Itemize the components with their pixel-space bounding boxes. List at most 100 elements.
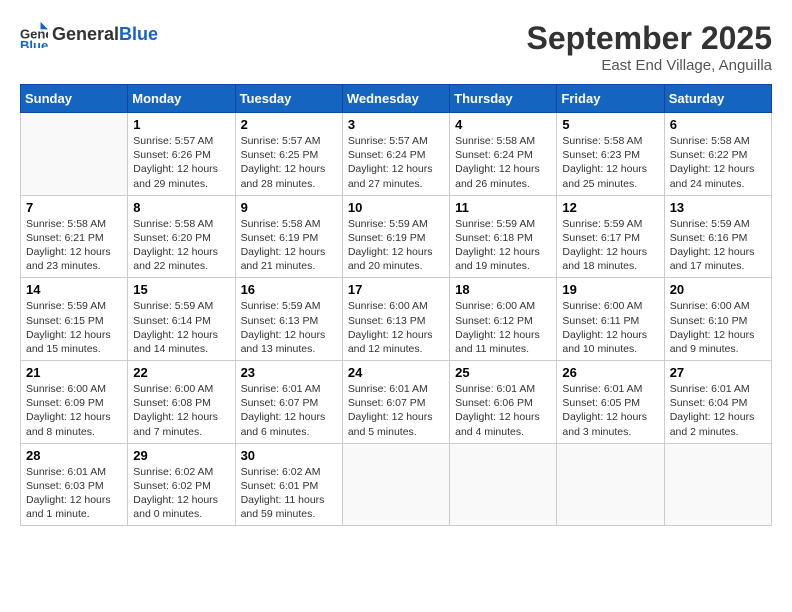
- calendar-cell: 15Sunrise: 5:59 AMSunset: 6:14 PMDayligh…: [128, 278, 235, 361]
- day-info: Sunrise: 6:01 AMSunset: 6:07 PMDaylight:…: [348, 382, 444, 439]
- day-number: 6: [670, 117, 766, 132]
- day-number: 9: [241, 200, 337, 215]
- day-info: Sunrise: 6:00 AMSunset: 6:08 PMDaylight:…: [133, 382, 229, 439]
- day-info: Sunrise: 6:00 AMSunset: 6:13 PMDaylight:…: [348, 299, 444, 356]
- calendar-cell: 30 Sunrise: 6:02 AMSunset: 6:01 PMDayligh…: [235, 443, 342, 526]
- day-number: 13: [670, 200, 766, 215]
- day-header-sunday: Sunday: [21, 85, 128, 113]
- day-number: 27: [670, 365, 766, 380]
- day-number: 12: [562, 200, 658, 215]
- page-header: General Blue GeneralBlue September 2025 …: [20, 20, 772, 74]
- day-header-tuesday: Tuesday: [235, 85, 342, 113]
- day-number: 4: [455, 117, 551, 132]
- calendar-cell: 12 Sunrise: 5:59 AMSunset: 6:17 PMDayligh…: [557, 195, 664, 278]
- calendar-cell: 28 Sunrise: 6:01 AMSunset: 6:03 PMDayligh…: [21, 443, 128, 526]
- week-row-2: 14Sunrise: 5:59 AMSunset: 6:15 PMDayligh…: [21, 278, 772, 361]
- day-info: Sunrise: 5:59 AMSunset: 6:13 PMDaylight:…: [241, 299, 337, 356]
- day-info: Sunrise: 6:01 AMSunset: 6:06 PMDaylight:…: [455, 382, 551, 439]
- day-info: Sunrise: 6:01 AMSunset: 6:03 PMDaylight:…: [26, 465, 122, 522]
- day-number: 28: [26, 448, 122, 463]
- calendar-cell: 19Sunrise: 6:00 AMSunset: 6:11 PMDayligh…: [557, 278, 664, 361]
- day-info: Sunrise: 6:02 AMSunset: 6:02 PMDaylight:…: [133, 465, 229, 522]
- calendar-cell: 11 Sunrise: 5:59 AMSunset: 6:18 PMDayligh…: [450, 195, 557, 278]
- day-info: Sunrise: 5:58 AMSunset: 6:20 PMDaylight:…: [133, 217, 229, 274]
- day-info: Sunrise: 5:59 AMSunset: 6:19 PMDaylight:…: [348, 217, 444, 274]
- day-info: Sunrise: 6:01 AMSunset: 6:05 PMDaylight:…: [562, 382, 658, 439]
- calendar-cell: 7Sunrise: 5:58 AMSunset: 6:21 PMDaylight…: [21, 195, 128, 278]
- calendar-cell: 9 Sunrise: 5:58 AMSunset: 6:19 PMDaylight…: [235, 195, 342, 278]
- calendar-cell: [557, 443, 664, 526]
- day-number: 5: [562, 117, 658, 132]
- calendar-cell: 8 Sunrise: 5:58 AMSunset: 6:20 PMDaylight…: [128, 195, 235, 278]
- calendar-cell: 14Sunrise: 5:59 AMSunset: 6:15 PMDayligh…: [21, 278, 128, 361]
- week-row-0: 1Sunrise: 5:57 AMSunset: 6:26 PMDaylight…: [21, 113, 772, 196]
- calendar-cell: [450, 443, 557, 526]
- day-number: 16: [241, 282, 337, 297]
- calendar-cell: 1Sunrise: 5:57 AMSunset: 6:26 PMDaylight…: [128, 113, 235, 196]
- day-info: Sunrise: 5:59 AMSunset: 6:16 PMDaylight:…: [670, 217, 766, 274]
- week-row-4: 28 Sunrise: 6:01 AMSunset: 6:03 PMDayligh…: [21, 443, 772, 526]
- week-row-1: 7Sunrise: 5:58 AMSunset: 6:21 PMDaylight…: [21, 195, 772, 278]
- day-header-saturday: Saturday: [664, 85, 771, 113]
- day-number: 10: [348, 200, 444, 215]
- day-info: Sunrise: 5:59 AMSunset: 6:15 PMDaylight:…: [26, 299, 122, 356]
- week-row-3: 21 Sunrise: 6:00 AMSunset: 6:09 PMDayligh…: [21, 361, 772, 444]
- calendar-cell: [21, 113, 128, 196]
- calendar-cell: 25 Sunrise: 6:01 AMSunset: 6:06 PMDayligh…: [450, 361, 557, 444]
- day-number: 23: [241, 365, 337, 380]
- calendar-cell: 17 Sunrise: 6:00 AMSunset: 6:13 PMDayligh…: [342, 278, 449, 361]
- calendar-cell: 22 Sunrise: 6:00 AMSunset: 6:08 PMDayligh…: [128, 361, 235, 444]
- day-info: Sunrise: 6:00 AMSunset: 6:12 PMDaylight:…: [455, 299, 551, 356]
- day-info: Sunrise: 5:59 AMSunset: 6:14 PMDaylight:…: [133, 299, 229, 356]
- calendar-cell: [664, 443, 771, 526]
- month-title: September 2025: [527, 20, 772, 57]
- day-info: Sunrise: 6:00 AMSunset: 6:09 PMDaylight:…: [26, 382, 122, 439]
- location-subtitle: East End Village, Anguilla: [527, 57, 772, 74]
- logo-general-text: General: [52, 24, 119, 45]
- calendar-cell: [342, 443, 449, 526]
- day-info: Sunrise: 6:01 AMSunset: 6:04 PMDaylight:…: [670, 382, 766, 439]
- logo-blue-text: Blue: [119, 24, 158, 45]
- calendar-cell: 13 Sunrise: 5:59 AMSunset: 6:16 PMDayligh…: [664, 195, 771, 278]
- day-header-monday: Monday: [128, 85, 235, 113]
- calendar-table: SundayMondayTuesdayWednesdayThursdayFrid…: [20, 84, 772, 526]
- day-info: Sunrise: 5:57 AMSunset: 6:25 PMDaylight:…: [241, 134, 337, 191]
- day-number: 22: [133, 365, 229, 380]
- day-info: Sunrise: 5:58 AMSunset: 6:19 PMDaylight:…: [241, 217, 337, 274]
- day-number: 8: [133, 200, 229, 215]
- day-header-friday: Friday: [557, 85, 664, 113]
- day-number: 24: [348, 365, 444, 380]
- day-number: 30: [241, 448, 337, 463]
- day-info: Sunrise: 5:58 AMSunset: 6:23 PMDaylight:…: [562, 134, 658, 191]
- day-info: Sunrise: 6:02 AMSunset: 6:01 PMDaylight:…: [241, 465, 337, 522]
- day-number: 11: [455, 200, 551, 215]
- logo-icon: General Blue: [20, 20, 48, 48]
- day-number: 25: [455, 365, 551, 380]
- calendar-cell: 10 Sunrise: 5:59 AMSunset: 6:19 PMDayligh…: [342, 195, 449, 278]
- calendar-cell: 27 Sunrise: 6:01 AMSunset: 6:04 PMDayligh…: [664, 361, 771, 444]
- day-number: 20: [670, 282, 766, 297]
- calendar-cell: 4Sunrise: 5:58 AMSunset: 6:24 PMDaylight…: [450, 113, 557, 196]
- day-number: 17: [348, 282, 444, 297]
- calendar-cell: 26 Sunrise: 6:01 AMSunset: 6:05 PMDayligh…: [557, 361, 664, 444]
- day-number: 18: [455, 282, 551, 297]
- calendar-cell: 6 Sunrise: 5:58 AMSunset: 6:22 PMDaylight…: [664, 113, 771, 196]
- day-number: 3: [348, 117, 444, 132]
- day-number: 29: [133, 448, 229, 463]
- day-info: Sunrise: 5:59 AMSunset: 6:18 PMDaylight:…: [455, 217, 551, 274]
- calendar-cell: 16 Sunrise: 5:59 AMSunset: 6:13 PMDayligh…: [235, 278, 342, 361]
- day-header-thursday: Thursday: [450, 85, 557, 113]
- calendar-cell: 24 Sunrise: 6:01 AMSunset: 6:07 PMDayligh…: [342, 361, 449, 444]
- day-info: Sunrise: 5:58 AMSunset: 6:22 PMDaylight:…: [670, 134, 766, 191]
- day-info: Sunrise: 6:00 AMSunset: 6:11 PMDaylight:…: [562, 299, 658, 356]
- calendar-cell: 18 Sunrise: 6:00 AMSunset: 6:12 PMDayligh…: [450, 278, 557, 361]
- calendar-cell: 29 Sunrise: 6:02 AMSunset: 6:02 PMDayligh…: [128, 443, 235, 526]
- day-info: Sunrise: 6:00 AMSunset: 6:10 PMDaylight:…: [670, 299, 766, 356]
- calendar-cell: 3Sunrise: 5:57 AMSunset: 6:24 PMDaylight…: [342, 113, 449, 196]
- day-info: Sunrise: 5:59 AMSunset: 6:17 PMDaylight:…: [562, 217, 658, 274]
- day-number: 26: [562, 365, 658, 380]
- day-number: 21: [26, 365, 122, 380]
- calendar-header-row: SundayMondayTuesdayWednesdayThursdayFrid…: [21, 85, 772, 113]
- calendar-cell: 23Sunrise: 6:01 AMSunset: 6:07 PMDayligh…: [235, 361, 342, 444]
- day-number: 1: [133, 117, 229, 132]
